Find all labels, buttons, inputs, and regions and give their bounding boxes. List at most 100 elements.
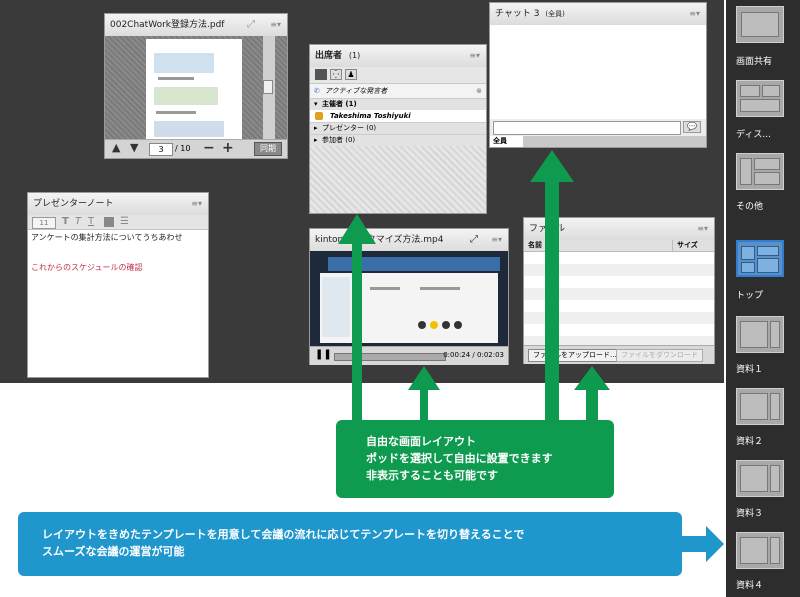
zoom-in-icon[interactable]: + — [222, 140, 234, 156]
files-pod-title: ファイル — [529, 224, 566, 234]
video-time: 0:00:24 / 0:02:03 — [443, 351, 504, 359]
pause-icon[interactable]: ❚❚ — [315, 349, 332, 360]
participant-group-row[interactable]: ▸ 参加者 (0) — [310, 134, 486, 146]
pdf-viewer-area — [105, 36, 287, 143]
host-group-row[interactable]: ▾ 主催者 (1) — [310, 99, 486, 110]
notes-content[interactable]: アンケートの集計方法についてうちあわせ これからのスケジュールの確認 — [28, 230, 208, 377]
upload-file-button[interactable]: ファイルをアップロード... — [528, 349, 622, 362]
pod-menu-icon[interactable]: ≡▾ — [689, 3, 700, 25]
layout-label[interactable]: トップ — [736, 288, 800, 301]
arrow-up-icon[interactable]: ▲ — [112, 141, 120, 154]
chat-input[interactable] — [493, 121, 681, 135]
column-name[interactable]: 名前 — [528, 240, 542, 251]
pod-menu-icon[interactable]: ≡▾ — [491, 229, 502, 251]
files-table-header: 名前 サイズ — [524, 240, 714, 252]
video-pod[interactable]: kintoneカスタマイズ方法.mp4 ⤢ ≡▾ ❚❚ 0:00:24 / 0:… — [309, 228, 509, 365]
chat-pod[interactable]: チャット 3 (全員) ≡▾ 💬 全員 — [489, 2, 707, 148]
status-view-icon[interactable]: ♟ — [345, 69, 357, 80]
layout-label[interactable]: その他 — [736, 199, 800, 212]
clear-icon[interactable]: ⊗ — [476, 84, 482, 98]
video-frame — [310, 251, 508, 346]
pod-menu-icon[interactable]: ≡▾ — [270, 14, 281, 36]
files-pod[interactable]: ファイル ≡▾ 名前 サイズ ファイルをアップロード... ファイルをダウンロー… — [523, 217, 715, 364]
bullet-list-icon[interactable]: ☰ — [120, 216, 129, 227]
layout-thumb-material-4[interactable] — [736, 532, 784, 569]
page-total: / 10 — [175, 144, 191, 153]
bold-icon[interactable]: T — [62, 216, 69, 227]
attendees-pod[interactable]: 出席者 (1) ≡▾ ⁛ ♟ ✆ アクティブな発言者 ⊗ ▾ 主催者 (1) T… — [309, 44, 487, 214]
layout-thumb-material-3[interactable] — [736, 460, 784, 497]
attendee-row[interactable]: Takeshima Toshiyuki — [310, 110, 486, 122]
video-progress-bar[interactable] — [334, 353, 446, 361]
attendees-count: (1) — [348, 51, 361, 60]
attendees-pod-header[interactable]: 出席者 (1) ≡▾ — [310, 45, 486, 68]
font-size-select[interactable]: 11 — [32, 217, 56, 229]
presenter-notes-pod[interactable]: プレゼンターノート ≡▾ 11 T T T ☰ アンケートの集計方法についてうち… — [27, 192, 209, 378]
layout-label[interactable]: 資料４ — [736, 578, 800, 591]
video-pod-header[interactable]: kintoneカスタマイズ方法.mp4 ⤢ ≡▾ — [310, 229, 508, 252]
layout-thumb-material-1[interactable] — [736, 316, 784, 353]
color-picker-icon[interactable] — [104, 217, 114, 227]
pdf-pod-title: 002ChatWork登録方法.pdf — [110, 20, 225, 30]
layout-thumb-screenshare[interactable] — [736, 6, 784, 43]
layout-sidebar: 画面共有 ディス... その他 トップ 資料１ 資料２ 資料３ 資料４ — [726, 0, 800, 597]
underline-icon[interactable]: T — [88, 216, 94, 227]
notes-format-toolbar: 11 T T T ☰ — [28, 215, 208, 230]
layout-label[interactable]: 資料２ — [736, 434, 800, 447]
fullscreen-icon[interactable]: ⤢ — [470, 229, 478, 251]
callout-line: レイアウトをきめたテンプレートを用意して会議の流れに応じてテンプレートを切り替え… — [42, 528, 525, 541]
pdf-scroll-thumb[interactable] — [263, 80, 273, 94]
arrow-down-icon[interactable]: ▼ — [130, 141, 138, 154]
video-pod-title: kintoneカスタマイズ方法.mp4 — [315, 235, 444, 245]
chat-pod-header[interactable]: チャット 3 (全員) ≡▾ — [490, 3, 706, 26]
pod-menu-icon[interactable]: ≡▾ — [469, 45, 480, 67]
expand-down-icon: ▾ — [314, 100, 318, 108]
notes-pod-title: プレゼンターノート — [33, 199, 114, 209]
arrow-to-template-icon — [680, 526, 724, 562]
attendees-view-toolbar: ⁛ ♟ — [310, 67, 486, 84]
pod-menu-icon[interactable]: ≡▾ — [697, 218, 708, 240]
chat-recipient-bar: 全員 — [490, 136, 706, 147]
column-size[interactable]: サイズ — [672, 240, 698, 251]
fullscreen-icon[interactable]: ⤢ — [247, 14, 255, 36]
callout-line: スムーズな会議の運営が可能 — [42, 545, 185, 558]
download-file-button[interactable]: ファイルをダウンロード — [616, 349, 703, 362]
pdf-pod-header[interactable]: 002ChatWork登録方法.pdf ⤢ ≡▾ — [105, 14, 287, 37]
italic-icon[interactable]: T — [75, 216, 81, 227]
template-callout: レイアウトをきめたテンプレートを用意して会議の流れに応じてテンプレートを切り替え… — [18, 512, 682, 576]
sync-button[interactable]: 同期 — [254, 142, 282, 156]
notes-pod-header[interactable]: プレゼンターノート ≡▾ — [28, 193, 208, 216]
layout-thumb-discussion[interactable] — [736, 80, 784, 117]
files-footer: ファイルをアップロード... ファイルをダウンロード — [524, 345, 714, 364]
list-view-icon[interactable] — [315, 69, 327, 80]
chat-recipient-tab[interactable]: 全員 — [490, 136, 523, 147]
chat-pod-title: チャット 3 — [495, 9, 540, 19]
layout-label[interactable]: ディス... — [736, 127, 800, 140]
callout-line: 自由な画面レイアウト — [366, 435, 476, 448]
expand-right-icon: ▸ — [314, 136, 318, 144]
speech-bubble-icon: 💬 — [687, 122, 697, 131]
zoom-out-icon[interactable]: − — [203, 140, 215, 156]
layout-label[interactable]: 資料１ — [736, 362, 800, 375]
pdf-share-pod[interactable]: 002ChatWork登録方法.pdf ⤢ ≡▾ ▲ ▼ 3 / 10 − + … — [104, 13, 288, 159]
host-avatar-icon — [315, 112, 323, 120]
send-message-button[interactable]: 💬 — [683, 121, 701, 133]
grid-view-icon[interactable]: ⁛ — [330, 69, 342, 80]
layout-thumb-material-2[interactable] — [736, 388, 784, 425]
presenter-group-row[interactable]: ▸ プレゼンター (0) — [310, 122, 486, 134]
expand-right-icon: ▸ — [314, 124, 318, 132]
layout-label[interactable]: 画面共有 — [736, 54, 800, 67]
pod-menu-icon[interactable]: ≡▾ — [191, 193, 202, 215]
attendees-empty-area — [310, 146, 486, 213]
video-controls: ❚❚ 0:00:24 / 0:02:03 — [310, 346, 508, 365]
files-pod-header[interactable]: ファイル ≡▾ — [524, 218, 714, 241]
layout-thumb-top[interactable] — [736, 240, 784, 277]
layout-thumb-other[interactable] — [736, 153, 784, 190]
layout-label[interactable]: 資料３ — [736, 506, 800, 519]
files-list — [524, 252, 714, 345]
pdf-page — [146, 39, 242, 143]
callout-line: 非表示することも可能です — [366, 469, 498, 482]
active-speaker-row: ✆ アクティブな発言者 ⊗ — [310, 84, 486, 99]
chat-messages-area — [490, 25, 706, 119]
page-number-input[interactable]: 3 — [149, 143, 173, 156]
